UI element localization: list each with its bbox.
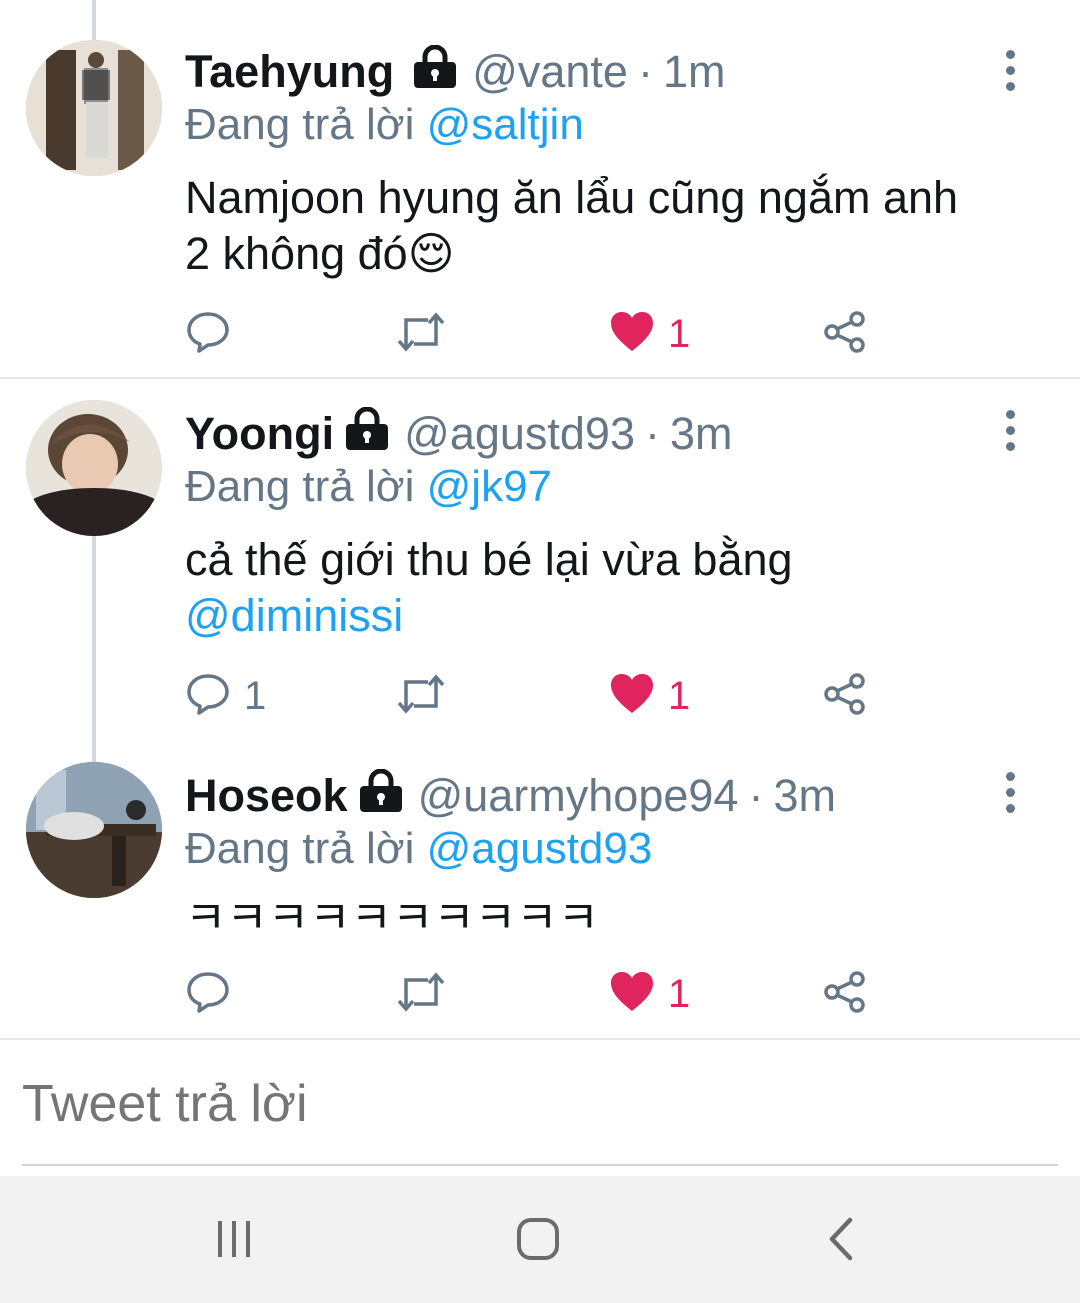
tweet-header: Yoongi @agustd93 · 3m	[185, 404, 733, 464]
tweet-text: cả thế giới thu bé lại vừa bằng @diminis…	[185, 532, 1035, 644]
heart-icon	[610, 971, 654, 1018]
retweet-button[interactable]	[396, 666, 460, 726]
reply-mention[interactable]: @agustd93	[427, 824, 653, 873]
retweet-button[interactable]	[396, 304, 460, 364]
timestamp[interactable]: 3m	[670, 408, 733, 460]
reply-icon	[186, 310, 230, 359]
avatar[interactable]	[26, 762, 162, 898]
display-name[interactable]: Hoseok	[185, 770, 348, 822]
reply-prefix: Đang trả lời	[185, 824, 415, 873]
like-button[interactable]: 1	[610, 666, 690, 726]
back-icon[interactable]	[816, 1204, 866, 1274]
reply-button[interactable]	[186, 964, 244, 1024]
like-button[interactable]: 1	[610, 304, 690, 364]
tweet-mention[interactable]: @diminissi	[185, 588, 1035, 644]
tweet-hoseok[interactable]: Hoseok @uarmyhope94 · 3m Đang trả lời @a…	[0, 742, 1080, 1038]
reply-button[interactable]: 1	[186, 666, 266, 726]
more-vertical-icon[interactable]	[996, 40, 1024, 100]
like-button[interactable]: 1	[610, 964, 690, 1024]
share-icon	[823, 310, 867, 359]
tweet-text: Namjoon hyung ăn lẩu cũng ngắm anh 2 khô…	[185, 170, 1035, 282]
lock-icon	[358, 768, 404, 824]
recent-apps-icon[interactable]	[206, 1204, 262, 1274]
share-icon	[823, 672, 867, 721]
tweet-text-line: 2 không đó😌	[185, 228, 455, 279]
reply-context: Đang trả lời @saltjin	[185, 100, 584, 150]
separator: ·	[645, 408, 660, 459]
share-button[interactable]	[823, 304, 867, 364]
reply-mention[interactable]: @jk97	[427, 462, 552, 511]
system-navigation-bar	[0, 1176, 1080, 1303]
lock-icon	[412, 44, 458, 100]
tweet-actions: 1	[0, 304, 1080, 364]
tweet-taehyung[interactable]: Taehyung @vante · 1m Đang trả lời @saltj…	[0, 0, 1080, 378]
tweet-header: Hoseok @uarmyhope94 · 3m	[185, 766, 836, 826]
tweet-text-line: ㅋㅋㅋㅋㅋㅋㅋㅋㅋㅋ	[185, 891, 600, 944]
tweet-yoongi[interactable]: Yoongi @agustd93 · 3m Đang trả lời @jk97…	[0, 380, 1080, 740]
separator: ·	[748, 770, 764, 821]
tweet-header: Taehyung @vante · 1m	[185, 42, 725, 102]
reply-prefix: Đang trả lời	[185, 100, 415, 149]
reply-icon	[186, 970, 230, 1019]
user-handle[interactable]: @agustd93	[404, 408, 635, 460]
retweet-icon	[396, 310, 446, 359]
divider	[0, 377, 1080, 379]
avatar[interactable]	[26, 40, 162, 176]
retweet-icon	[396, 970, 446, 1019]
reply-input[interactable]	[22, 1074, 1058, 1134]
retweet-icon	[396, 672, 446, 721]
timestamp[interactable]: 3m	[773, 770, 836, 822]
avatar[interactable]	[26, 400, 162, 536]
reply-context: Đang trả lời @agustd93	[185, 824, 652, 874]
share-button[interactable]	[823, 666, 867, 726]
share-button[interactable]	[823, 964, 867, 1024]
home-icon[interactable]	[508, 1204, 568, 1274]
reply-count: 1	[244, 673, 267, 718]
tweet-actions: 1 1	[0, 666, 1080, 726]
tweet-text: ㅋㅋㅋㅋㅋㅋㅋㅋㅋㅋ	[185, 890, 1035, 946]
more-vertical-icon[interactable]	[996, 400, 1024, 460]
like-count: 1	[668, 971, 691, 1016]
tweet-text-line: Namjoon hyung ăn lẩu cũng ngắm anh	[185, 172, 959, 223]
reply-prefix: Đang trả lời	[185, 462, 415, 511]
user-handle[interactable]: @vante	[472, 46, 628, 98]
share-icon	[823, 970, 867, 1019]
tweet-text-line: cả thế giới thu bé lại vừa bằng	[185, 534, 793, 585]
like-count: 1	[668, 311, 691, 356]
heart-icon	[610, 311, 654, 358]
reply-mention[interactable]: @saltjin	[427, 100, 584, 149]
input-underline	[22, 1164, 1058, 1166]
tweet-actions: 1	[0, 964, 1080, 1024]
reply-context: Đang trả lời @jk97	[185, 462, 552, 512]
display-name[interactable]: Taehyung	[185, 46, 394, 98]
compose-reply	[0, 1040, 1080, 1170]
retweet-button[interactable]	[396, 964, 460, 1024]
timestamp[interactable]: 1m	[663, 46, 726, 98]
reply-button[interactable]	[186, 304, 244, 364]
like-count: 1	[668, 673, 691, 718]
lock-icon	[344, 406, 390, 462]
heart-icon	[610, 673, 654, 720]
reply-icon	[186, 672, 230, 721]
user-handle[interactable]: @uarmyhope94	[418, 770, 739, 822]
display-name[interactable]: Yoongi	[185, 408, 334, 460]
separator: ·	[637, 46, 653, 97]
more-vertical-icon[interactable]	[996, 762, 1024, 822]
